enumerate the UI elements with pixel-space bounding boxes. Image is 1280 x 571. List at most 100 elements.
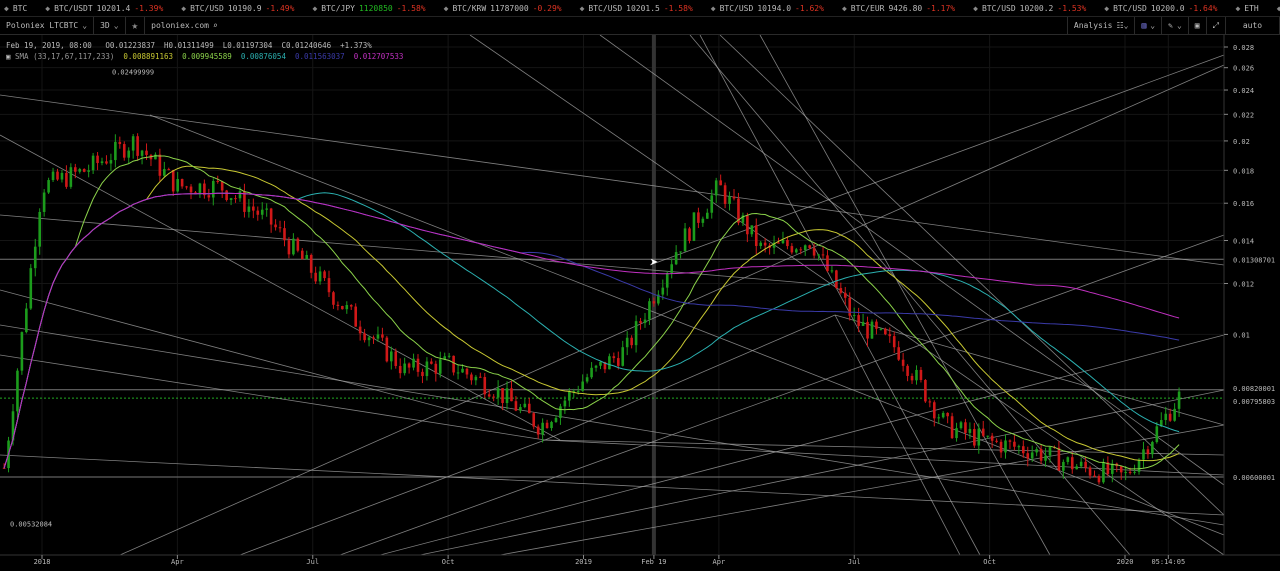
candle-body — [260, 209, 264, 215]
fullscreen-button[interactable]: ⤢ — [1207, 16, 1226, 35]
legend-date: Feb 19, 2019, 08:00 — [6, 41, 92, 50]
candle-body — [78, 168, 82, 172]
ticker-price: 1120850 — [358, 3, 393, 13]
expand-icon: ⤢ — [1212, 20, 1219, 30]
candle-body — [937, 417, 941, 419]
candle-body — [941, 412, 945, 418]
candle-body — [430, 361, 433, 364]
candle-body — [928, 401, 932, 403]
candle-body — [1128, 472, 1132, 474]
candles-icon: ▥ — [1141, 21, 1147, 30]
candle-body — [563, 400, 567, 407]
coin-icon: ◆ — [710, 3, 716, 13]
drawing-tool-button[interactable]: ✎ ⌄ — [1162, 16, 1189, 35]
symbol-selector[interactable]: Poloniex LTCBTC ⌄ — [0, 16, 95, 35]
indicator-settings-icon[interactable]: ▣ — [6, 52, 11, 61]
candle-body — [723, 185, 727, 204]
ticker-change: -1.17% — [926, 3, 956, 13]
coin-icon: ◆ — [579, 3, 585, 13]
chart-type-button[interactable]: ▥ ⌄ — [1135, 16, 1163, 35]
screenshot-button[interactable]: ▣ — [1189, 16, 1207, 35]
ticker-item[interactable]: ◆ BTC/USD 10201.5 -1.58% — [576, 4, 693, 13]
x-tick-label: Jul — [306, 558, 319, 566]
price-chart[interactable]: 0.024999990.005320840.0280.0260.0240.022… — [0, 35, 1280, 571]
ticker-change: -1.64% — [1188, 3, 1218, 13]
candle-body — [803, 245, 807, 251]
ticker-item[interactable]: ◆ BTC/USD 10190.9 -1.49% — [177, 4, 294, 13]
candle-body — [959, 422, 963, 429]
ticker-item[interactable]: ◆ BTC/USD 10194.0 -1.62% — [707, 4, 824, 13]
ticker-item[interactable]: ◆ BTC/USD 10200.0 -1.64% — [1100, 4, 1217, 13]
candle-body — [843, 292, 847, 298]
candle-body — [247, 206, 251, 212]
source-link[interactable]: poloniex.com ⌕ — [145, 17, 224, 35]
ticker-item[interactable]: ◆ ETH — [1231, 4, 1258, 13]
candle-body — [47, 180, 50, 193]
candle-body — [648, 301, 651, 320]
candle-body — [866, 321, 869, 339]
interval-selector[interactable]: 3D ⌄ — [94, 16, 126, 35]
candle-body — [349, 305, 353, 307]
x-tick-label: Oct — [442, 558, 455, 566]
ticker-item[interactable]: ◆ BTC/JPY 1120850 -1.58% — [308, 4, 425, 13]
candle-body — [1026, 453, 1030, 459]
candle-body — [505, 388, 509, 404]
candle-body — [461, 368, 464, 373]
ticker-symbol: ETH — [1244, 3, 1259, 13]
candle-body — [403, 363, 406, 374]
candle-body — [590, 367, 593, 378]
candle-body — [465, 368, 469, 375]
source-label: poloniex.com — [151, 21, 209, 30]
ticker-change: -1.39% — [134, 3, 164, 13]
y-tick-label: 0.014 — [1233, 237, 1254, 245]
candle-body — [964, 422, 967, 433]
candle-body — [545, 422, 549, 429]
ticker-item[interactable]: ◆ BTC — [0, 4, 27, 13]
ticker-item[interactable]: ◆ BTC/EUR 9426.80 -1.17% — [838, 4, 955, 13]
candle-body — [318, 271, 322, 282]
ohlc-row: Feb 19, 2019, 08:00 O0.01223837 H0.01311… — [6, 40, 403, 51]
candle-body — [1151, 442, 1154, 455]
candle-body — [158, 154, 162, 176]
candle-body — [501, 388, 504, 404]
candle-body — [906, 365, 909, 376]
scale-button[interactable]: auto — [1226, 16, 1280, 35]
coin-icon: ◆ — [312, 3, 318, 13]
candle-body — [483, 377, 487, 395]
candle-body — [1097, 476, 1101, 483]
candle-body — [385, 337, 389, 362]
candle-body — [207, 195, 211, 198]
candle-body — [608, 356, 611, 370]
candle-body — [407, 363, 411, 368]
candle-body — [171, 169, 175, 192]
candle-body — [995, 440, 998, 442]
sma-line-33 — [3, 165, 1180, 469]
candle-body — [265, 208, 268, 210]
candle-body — [875, 321, 878, 329]
ticker-item[interactable]: ◆ BTC/USDT 10201.4 -1.39% — [41, 4, 163, 13]
candle-body — [888, 334, 892, 337]
analysis-button[interactable]: Analysis ☷⌄ — [1066, 16, 1136, 35]
candle-body — [777, 242, 780, 244]
x-tick-label: 2020 — [1117, 558, 1134, 566]
candle-body — [1017, 446, 1021, 448]
candle-body — [269, 208, 273, 225]
candle-body — [412, 358, 415, 368]
legend-high: H0.01311499 — [164, 41, 214, 50]
candle-body — [519, 407, 522, 411]
ticker-item[interactable]: ◆ETH/USD267.390+0.69% — [1273, 4, 1280, 13]
candle-body — [763, 242, 767, 246]
candle-body — [616, 358, 620, 366]
ticker-price: 11787000 — [490, 3, 529, 13]
candle-body — [634, 321, 638, 346]
chevron-down-icon: ⌄ — [82, 21, 88, 30]
candle-body — [1124, 472, 1127, 474]
favorite-button[interactable]: ★ — [126, 16, 146, 35]
candle-body — [140, 150, 144, 156]
ticker-item[interactable]: ◆ BTC/USD 10200.2 -1.53% — [969, 4, 1086, 13]
ticker-item[interactable]: ◆ BTC/KRW 11787000 -0.29% — [440, 4, 562, 13]
candle-body — [977, 428, 981, 446]
candle-body — [372, 337, 375, 339]
candle-body — [932, 402, 936, 419]
candle-body — [323, 271, 326, 279]
